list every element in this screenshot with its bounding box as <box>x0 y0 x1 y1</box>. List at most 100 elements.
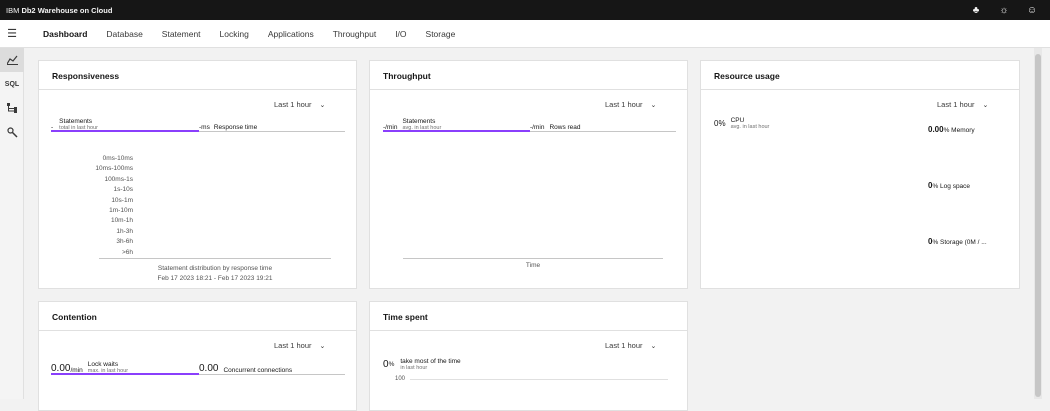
notification-icon[interactable]: ♣ <box>970 5 982 16</box>
tab-statement[interactable]: Statement <box>162 29 201 39</box>
rows-label: Rows read <box>549 124 581 131</box>
time-range-value: Last 1 hour <box>274 100 312 109</box>
scrollbar-thumb[interactable] <box>1035 54 1041 397</box>
sidebar: SQL <box>0 48 24 399</box>
tree-icon[interactable] <box>0 96 24 120</box>
time-range-dropdown[interactable]: Last 1 hour ⌄ <box>605 100 656 109</box>
time-range-dropdown[interactable]: Last 1 hour ⌄ <box>274 100 325 109</box>
nav-bar: ☰ Dashboard Database Statement Locking A… <box>0 20 1050 48</box>
cpu-sub: avg. in last hour <box>730 124 770 130</box>
resource-title: Resource usage <box>714 71 780 81</box>
concurrent-connections-metric[interactable]: 0.00 Concurrent connections <box>199 359 345 375</box>
rows-read-metric[interactable]: -/min Rows read <box>530 118 676 132</box>
divider <box>370 330 687 331</box>
throughput-card: Throughput Last 1 hour ⌄ -/min Statements… <box>369 60 688 289</box>
bucket-label: 0ms-10ms <box>102 155 133 162</box>
time-spent-title: Time spent <box>383 312 428 322</box>
time-range-value: Last 1 hour <box>274 341 312 350</box>
bucket-label: 10m-1h <box>110 217 133 225</box>
user-icon[interactable]: ☺ <box>1026 5 1038 16</box>
tab-database[interactable]: Database <box>106 29 142 39</box>
statements-metric[interactable]: - Statements total in last hour <box>51 118 199 132</box>
lock-waits-label: Lock waits <box>87 361 119 368</box>
memory-metric: 0.00% Memory <box>928 119 975 137</box>
connections-value: 0.00 <box>199 363 219 374</box>
divider <box>39 89 356 90</box>
bucket-label: >6h <box>121 248 133 256</box>
chevron-down-icon: ⌄ <box>319 343 326 350</box>
time-range-value: Last 1 hour <box>605 341 643 350</box>
bucket-label: 1h-3h <box>116 227 133 235</box>
cpu-label: CPU <box>730 117 745 124</box>
x-axis-label: Time <box>525 262 541 269</box>
page-scrollbar[interactable] <box>1034 48 1042 399</box>
time-spent-sub: in last hour <box>400 365 428 371</box>
statements-metric[interactable]: -/min Statements avg. in last hour <box>383 118 530 132</box>
active-indicator <box>51 130 199 132</box>
responsiveness-card: Responsiveness Last 1 hour ⌄ - Statements… <box>38 60 357 289</box>
tab-locking[interactable]: Locking <box>220 29 249 39</box>
time-range-dropdown[interactable]: Last 1 hour ⌄ <box>937 100 988 109</box>
top-bar: IBM Db2 Warehouse on Cloud ♣ ☼ ☺ <box>0 0 1050 20</box>
time-range-value: Last 1 hour <box>937 100 975 109</box>
distribution-caption: Statement distribution by response time <box>157 265 273 272</box>
time-spent-metric: 0 % take most of the time in last hour <box>383 358 461 371</box>
time-range-dropdown[interactable]: Last 1 hour ⌄ <box>605 341 656 350</box>
bucket-label: 1s-10s <box>113 186 133 194</box>
chart-icon[interactable] <box>0 48 24 72</box>
memory-label: % Memory <box>943 127 975 134</box>
lock-waits-metric[interactable]: 0.00 /min Lock waits max. in last hour <box>51 359 199 375</box>
storage-label: % Storage (0M / ... <box>932 239 987 246</box>
divider <box>701 89 1019 90</box>
memory-value: 0.00 <box>928 125 944 134</box>
theme-icon[interactable]: ☼ <box>998 5 1010 16</box>
responsiveness-title: Responsiveness <box>52 71 120 81</box>
tab-dashboard[interactable]: Dashboard <box>43 29 87 39</box>
bucket-label: 1m-10m <box>109 207 133 215</box>
response-label: Response time <box>213 124 258 131</box>
time-spent-unit: % <box>388 361 395 368</box>
tab-list: Dashboard Database Statement Locking App… <box>43 29 455 39</box>
tab-throughput[interactable]: Throughput <box>333 29 376 39</box>
statements-label: Statements <box>59 118 93 125</box>
cpu-metric: 0% CPU avg. in last hour <box>714 117 769 130</box>
tab-io[interactable]: I/O <box>395 29 406 39</box>
contention-title: Contention <box>52 312 97 322</box>
brand-name: Db2 Warehouse on Cloud <box>21 5 113 15</box>
rows-value: -/min <box>530 124 545 131</box>
tab-storage[interactable]: Storage <box>426 29 456 39</box>
y-axis-tick: 100 <box>395 376 406 382</box>
chevron-down-icon: ⌄ <box>319 102 326 109</box>
throughput-title: Throughput <box>383 71 431 81</box>
contention-card: Contention Last 1 hour ⌄ 0.00 /min Lock w… <box>38 301 357 411</box>
wrench-icon[interactable] <box>0 120 24 144</box>
distribution-time-range: Feb 17 2023 18:21 - Feb 17 2023 19:21 <box>157 275 273 282</box>
storage-metric: 0% Storage (0M / ... <box>928 231 987 249</box>
brand-prefix: IBM <box>6 5 20 15</box>
cpu-value: 0% <box>714 119 726 128</box>
bucket-label: 10s-1m <box>111 196 133 204</box>
chart-axis <box>99 258 331 259</box>
bucket-label: 100ms-1s <box>104 175 133 183</box>
time-spent-label: take most of the time <box>400 358 461 365</box>
app-brand[interactable]: IBM Db2 Warehouse on Cloud <box>0 6 112 15</box>
resource-usage-card: Resource usage Last 1 hour ⌄ 0% CPU avg. … <box>700 60 1020 289</box>
sql-icon[interactable]: SQL <box>0 72 24 96</box>
chevron-down-icon: ⌄ <box>982 102 989 109</box>
log-space-metric: 0% Log space <box>928 175 970 193</box>
time-range-value: Last 1 hour <box>605 100 643 109</box>
time-spent-card: Time spent Last 1 hour ⌄ 0 % take most of… <box>369 301 688 411</box>
active-indicator <box>51 373 199 375</box>
bucket-label: 10ms-100ms <box>95 165 133 173</box>
response-value: -ms <box>199 124 210 131</box>
chevron-down-icon: ⌄ <box>650 102 657 109</box>
chevron-down-icon: ⌄ <box>650 343 657 350</box>
response-time-metric[interactable]: -ms Response time <box>199 118 345 132</box>
log-label: % Log space <box>932 183 971 190</box>
tab-applications[interactable]: Applications <box>268 29 314 39</box>
chart-axis <box>403 258 663 259</box>
divider <box>370 89 687 90</box>
menu-icon[interactable]: ☰ <box>0 27 24 40</box>
time-range-dropdown[interactable]: Last 1 hour ⌄ <box>274 341 325 350</box>
bucket-labels: 0ms-10ms 10ms-100ms 100ms-1s 1s-10s 10s-… <box>53 154 133 258</box>
